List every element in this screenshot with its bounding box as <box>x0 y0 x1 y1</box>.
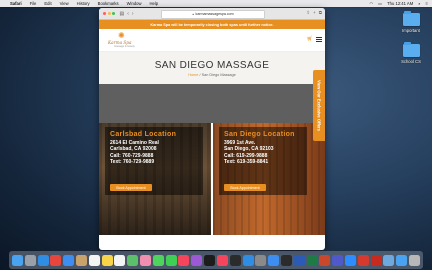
menu-app-name[interactable]: Safari <box>10 1 22 6</box>
app-store-icon[interactable] <box>242 254 254 266</box>
folder-icon <box>402 42 420 57</box>
menu-bookmarks[interactable]: Bookmarks <box>98 1 119 6</box>
menu-edit[interactable]: Edit <box>44 1 51 6</box>
tabs-overview-icon[interactable]: ⧉ <box>319 10 322 16</box>
back-icon[interactable]: ‹ <box>127 11 129 17</box>
search-icon[interactable]: ⌕ <box>418 1 420 6</box>
share-icon[interactable]: ⇪ <box>306 10 310 16</box>
menu-bar: Safari File Edit View History Bookmarks … <box>0 0 432 7</box>
page-title: SAN DIEGO MASSAGE <box>154 60 270 71</box>
breadcrumb: Home / San Diego Massage <box>99 73 325 77</box>
exclusive-offers-tab[interactable]: View Our Exclusive Offers <box>313 70 325 141</box>
desktop-folder-label: Important <box>402 28 420 33</box>
location-card-carlsbad: Carlsbad Location 2614 El Camino Real Ca… <box>99 123 211 235</box>
breadcrumb-separator: / <box>199 73 201 77</box>
photos-icon[interactable] <box>140 254 152 266</box>
clock[interactable]: Thu 12:41 AM <box>387 1 413 6</box>
location-text-number[interactable]: Text: 760-729-9889 <box>110 159 198 165</box>
preview-icon[interactable] <box>383 254 395 266</box>
stocks-icon[interactable] <box>229 254 241 266</box>
notes-icon[interactable] <box>101 254 113 266</box>
podcasts-icon[interactable] <box>191 254 203 266</box>
location-info-panel: San Diego Location 3969 1st Ave. San Die… <box>219 127 307 195</box>
reminders-icon[interactable] <box>114 254 126 266</box>
word-icon[interactable] <box>293 254 305 266</box>
zoom-window-icon[interactable] <box>112 12 115 15</box>
zoom-icon[interactable] <box>345 254 357 266</box>
desktop-folder-school[interactable]: School CS <box>397 42 425 64</box>
mail-icon[interactable] <box>63 254 75 266</box>
gray-band <box>99 84 325 123</box>
book-appointment-button[interactable]: Book Appointment <box>224 184 266 191</box>
book-appointment-button[interactable]: Book Appointment <box>110 184 152 191</box>
terminal-icon[interactable] <box>280 254 292 266</box>
menu-help[interactable]: Help <box>150 1 159 6</box>
menu-view[interactable]: View <box>60 1 69 6</box>
excel-icon[interactable] <box>306 254 318 266</box>
teams-icon[interactable] <box>332 254 344 266</box>
calendar-icon[interactable] <box>88 254 100 266</box>
minimize-window-icon[interactable] <box>107 12 111 15</box>
downloads-icon[interactable] <box>396 254 408 266</box>
forward-icon[interactable]: › <box>132 11 134 17</box>
locations-section: Carlsbad Location 2614 El Camino Real Ca… <box>99 123 325 235</box>
facetime-icon[interactable] <box>165 254 177 266</box>
browser-toolbar: ▤ ‹ › 🔒︎ karmamassagespa.com ⇪ + ⧉ <box>99 8 325 20</box>
logo-tagline: massage & beauty <box>114 45 135 48</box>
battery-icon[interactable]: ▭ <box>378 1 382 6</box>
maps-icon[interactable] <box>127 254 139 266</box>
close-window-icon[interactable] <box>103 12 106 15</box>
desktop-folder-important[interactable]: Important <box>397 11 425 33</box>
menu-window[interactable]: Window <box>127 1 142 6</box>
breadcrumb-current: San Diego Massage <box>201 73 236 77</box>
address-bar[interactable]: 🔒︎ karmamassagespa.com <box>161 10 265 19</box>
powerpoint-icon[interactable] <box>319 254 331 266</box>
dock <box>9 251 423 269</box>
site-logo[interactable]: ✺ Karma Spa massage & beauty <box>105 31 145 49</box>
cart-icon[interactable]: 🛒︎ <box>307 36 313 42</box>
safari-window: ▤ ‹ › 🔒︎ karmamassagespa.com ⇪ + ⧉ Karma… <box>99 8 325 250</box>
trash-icon[interactable] <box>409 254 421 266</box>
pdf-icon[interactable] <box>357 254 369 266</box>
music-icon[interactable] <box>178 254 190 266</box>
menu-history[interactable]: History <box>77 1 90 6</box>
site-header: ✺ Karma Spa massage & beauty 🛒︎ <box>99 29 325 52</box>
location-title: San Diego Location <box>224 131 295 138</box>
hamburger-menu-icon[interactable] <box>316 37 322 42</box>
news-icon[interactable] <box>216 254 228 266</box>
location-title: Carlsbad Location <box>110 131 177 138</box>
control-center-icon[interactable]: ≡ <box>426 1 428 6</box>
launchpad-icon[interactable] <box>24 254 36 266</box>
desktop-folder-label: School CS <box>401 59 421 64</box>
location-text-number[interactable]: Text: 619-359-8841 <box>224 159 302 165</box>
announcement-banner: Karma Spa will be temporarily closing bo… <box>99 20 325 29</box>
finder-icon[interactable] <box>11 254 23 266</box>
xcode-icon[interactable] <box>268 254 280 266</box>
sidebar-toggle-icon[interactable]: ▤ <box>120 11 125 17</box>
contacts-icon[interactable] <box>75 254 87 266</box>
sun-logo-icon: ✺ <box>118 31 125 40</box>
breadcrumb-home-link[interactable]: Home <box>188 73 198 77</box>
acrobat-icon[interactable] <box>370 254 382 266</box>
location-info-panel: Carlsbad Location 2614 El Camino Real Ca… <box>105 127 203 195</box>
page-hero: SAN DIEGO MASSAGE Home / San Diego Massa… <box>99 52 325 84</box>
toolbar-right: ⇪ + ⧉ <box>303 10 322 16</box>
location-card-san-diego: San Diego Location 3969 1st Ave. San Die… <box>213 123 325 235</box>
window-controls <box>103 12 117 15</box>
safari-icon[interactable] <box>37 254 49 266</box>
new-tab-icon[interactable]: + <box>313 10 316 16</box>
url-text: karmamassagespa.com <box>195 12 234 17</box>
menu-file[interactable]: File <box>30 1 37 6</box>
preferences-icon[interactable] <box>255 254 267 266</box>
folder-icon <box>402 11 420 26</box>
lock-icon: 🔒︎ <box>192 12 195 17</box>
tv-icon[interactable] <box>204 254 216 266</box>
messages-icon[interactable] <box>152 254 164 266</box>
status-area: ◠ ▭ Thu 12:41 AM ⌕ ≡ <box>364 0 428 7</box>
wifi-icon[interactable]: ◠ <box>369 1 373 6</box>
chrome-icon[interactable] <box>50 254 62 266</box>
